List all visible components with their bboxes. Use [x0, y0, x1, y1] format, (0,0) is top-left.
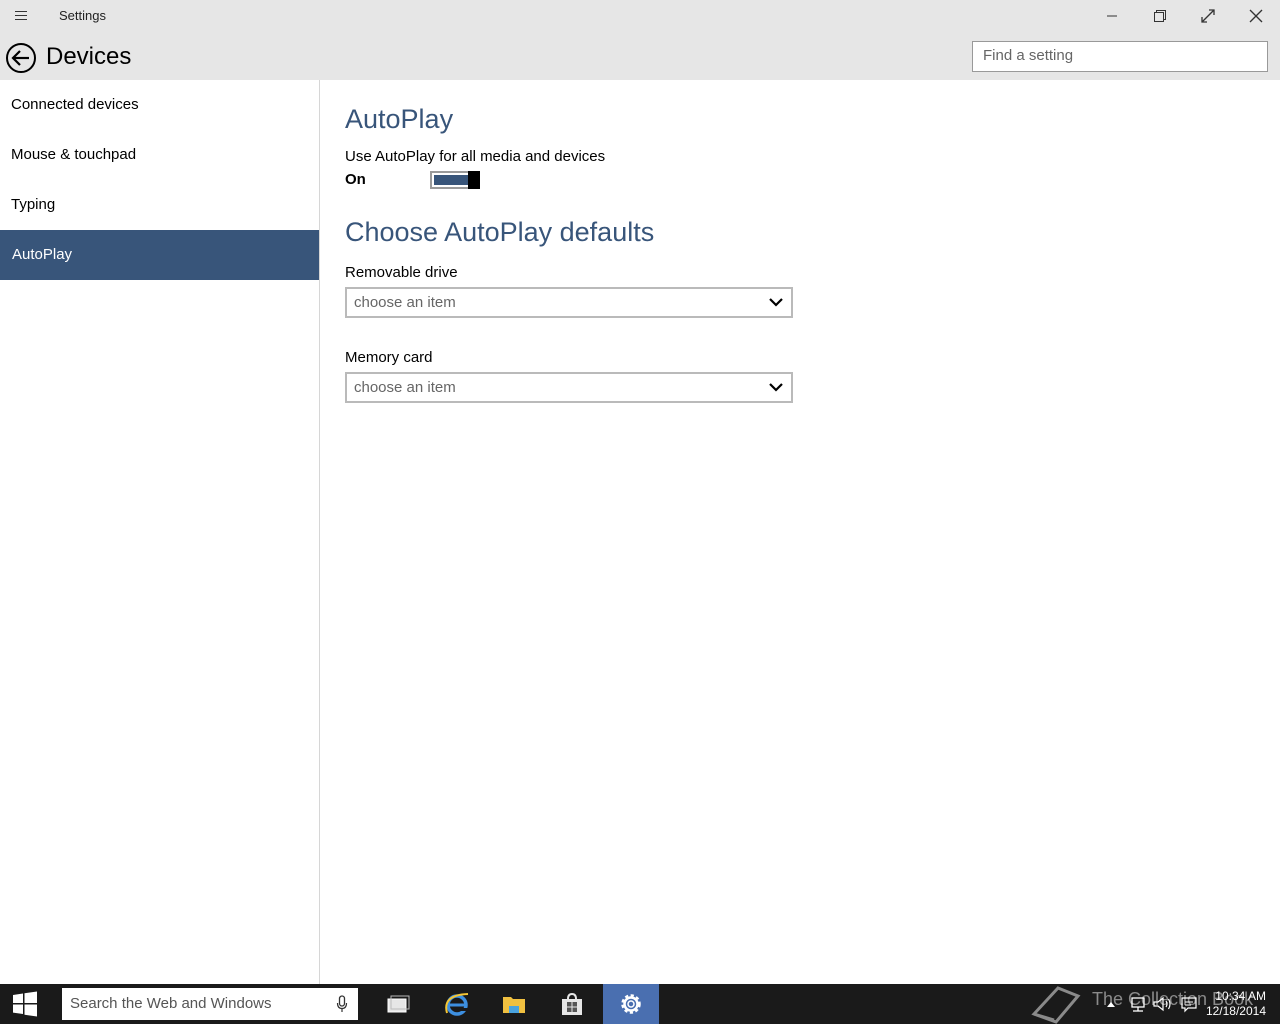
restore-icon — [1154, 10, 1166, 22]
page-header: Devices Find a setting — [0, 32, 1280, 80]
memory-card-dropdown[interactable]: choose an item — [345, 372, 793, 403]
network-icon — [1131, 997, 1145, 1012]
minimize-icon — [1107, 15, 1117, 17]
internet-explorer-icon — [445, 993, 469, 1016]
book-logo-icon — [1031, 986, 1081, 1024]
autoplay-toggle-row: On — [345, 170, 1245, 196]
taskbar: Search the Web and Windows The Collectio… — [0, 984, 1280, 1024]
window-title: Settings — [59, 8, 106, 23]
settings-app-button[interactable] — [603, 984, 659, 1024]
microphone-icon — [336, 995, 348, 1012]
clock-date: 12/18/2014 — [1205, 1004, 1266, 1018]
removable-drive-value: choose an item — [354, 294, 456, 311]
clock-time: 10:34 AM — [1215, 989, 1266, 1003]
close-icon — [1249, 9, 1263, 23]
internet-explorer-button[interactable] — [429, 984, 485, 1024]
autoplay-heading: AutoPlay — [345, 104, 454, 134]
network-button[interactable] — [1127, 984, 1149, 1024]
sidebar-item-connected-devices[interactable]: Connected devices — [0, 80, 319, 130]
task-view-button[interactable] — [371, 984, 427, 1024]
restore-button[interactable] — [1136, 0, 1184, 32]
chevron-down-icon — [769, 383, 783, 392]
close-button[interactable] — [1232, 0, 1280, 32]
hamburger-menu-icon[interactable] — [10, 9, 38, 25]
gear-icon — [621, 994, 641, 1014]
autoplay-defaults-heading: Choose AutoPlay defaults — [345, 217, 655, 247]
autoplay-toggle-label: Use AutoPlay for all media and devices — [345, 148, 606, 165]
show-hidden-icons-button[interactable] — [1102, 984, 1120, 1024]
sidebar-item-autoplay[interactable]: AutoPlay — [0, 230, 319, 280]
volume-button[interactable] — [1151, 984, 1173, 1024]
store-button[interactable] — [544, 984, 600, 1024]
action-center-button[interactable] — [1178, 984, 1200, 1024]
windows-logo-icon — [13, 991, 37, 1017]
store-icon — [562, 992, 582, 1015]
title-bar: Settings — [0, 0, 1280, 32]
find-setting-input[interactable]: Find a setting — [972, 41, 1268, 72]
back-button[interactable] — [5, 42, 37, 74]
chevron-down-icon — [769, 298, 783, 307]
expand-icon — [1201, 9, 1215, 23]
removable-drive-dropdown[interactable]: choose an item — [345, 287, 793, 318]
main-content: AutoPlay Use AutoPlay for all media and … — [345, 80, 1245, 403]
memory-card-label: Memory card — [345, 349, 433, 366]
notifications-icon — [1181, 997, 1197, 1013]
page-title: Devices — [46, 43, 132, 70]
toggle-state-text: On — [345, 171, 366, 188]
sidebar-item-typing[interactable]: Typing — [0, 180, 319, 230]
full-screen-button[interactable] — [1184, 0, 1232, 32]
taskbar-search-input[interactable]: Search the Web and Windows — [62, 988, 358, 1020]
speaker-icon — [1153, 996, 1171, 1012]
folder-icon — [503, 997, 525, 1013]
autoplay-toggle[interactable] — [430, 171, 480, 189]
file-explorer-button[interactable] — [486, 984, 542, 1024]
back-arrow-icon — [6, 43, 36, 73]
start-button[interactable] — [0, 984, 50, 1024]
task-view-icon — [387, 995, 410, 1013]
minimize-button[interactable] — [1088, 0, 1136, 32]
taskbar-search-placeholder: Search the Web and Windows — [70, 995, 272, 1012]
memory-card-value: choose an item — [354, 379, 456, 396]
removable-drive-label: Removable drive — [345, 264, 458, 281]
sidebar-item-mouse-touchpad[interactable]: Mouse & touchpad — [0, 130, 319, 180]
sidebar: Connected devices Mouse & touchpad Typin… — [0, 80, 320, 984]
clock[interactable]: 10:34 AM 12/18/2014 — [1206, 989, 1266, 1019]
chevron-up-icon — [1107, 1002, 1115, 1007]
toggle-knob[interactable] — [468, 171, 480, 189]
